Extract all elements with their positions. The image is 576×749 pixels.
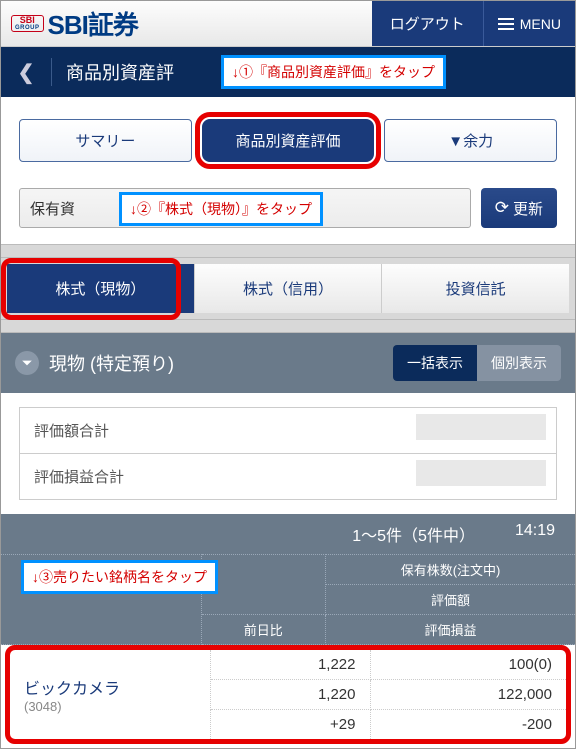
grid-header: 保有株数(注文中) 評価額 前日比 評価損益 ↓③売りたい銘柄名をタップ	[1, 554, 575, 645]
view-toggle: 一括表示 個別表示	[393, 345, 561, 381]
logout-button[interactable]: ログアウト	[372, 1, 483, 46]
valuation-total-value	[170, 408, 556, 453]
subtab-spot[interactable]: 株式（現物）	[7, 264, 195, 313]
callout-step-1: ↓①『商品別資産評価』をタップ	[221, 55, 446, 89]
cell-change: +29	[210, 710, 370, 740]
grid-meta: 1〜5件（5件中） 14:19	[1, 514, 575, 554]
tab-extra[interactable]: ▼余力	[384, 119, 557, 162]
separator	[1, 319, 575, 333]
view-bulk[interactable]: 一括表示	[393, 345, 477, 381]
view-individual[interactable]: 個別表示	[477, 345, 561, 381]
holdings-select-label: 保有資	[30, 198, 75, 219]
menu-button[interactable]: MENU	[483, 1, 575, 46]
cell-price: 1,222	[210, 650, 370, 680]
summary-table: 評価額合計 評価損益合計	[19, 407, 557, 500]
stock-name: ビックカメラ	[24, 675, 196, 699]
tab-summary[interactable]: サマリー	[19, 119, 192, 162]
stock-code: (3048)	[24, 699, 196, 714]
summary-row-pl: 評価損益合計	[20, 454, 556, 499]
subtab-fund[interactable]: 投資信託	[382, 264, 569, 313]
section-header: 現物 (特定預り) 一括表示 個別表示	[1, 333, 575, 393]
separator	[1, 244, 575, 258]
cell-valuation: 122,000	[370, 680, 566, 710]
brand-logo[interactable]: SBI GROUP SBI証券	[1, 1, 372, 46]
col-qty: 保有株数(注文中)	[326, 555, 575, 585]
cell-pl: -200	[370, 710, 566, 740]
tab-assets[interactable]: 商品別資産評価	[202, 119, 375, 162]
subtabs-container: 株式（現物） 株式（信用） 投資信託	[1, 258, 575, 319]
subtab-margin[interactable]: 株式（信用）	[195, 264, 383, 313]
col-valuation: 評価額	[326, 585, 575, 615]
callout-step-3: ↓③売りたい銘柄名をタップ	[21, 560, 218, 594]
col-prev-change: 前日比	[201, 615, 326, 645]
section-title: 現物 (特定預り)	[49, 350, 383, 376]
logo-badge: SBI GROUP	[11, 15, 44, 32]
result-count: 1〜5件（5件中）	[352, 522, 475, 546]
brand-text: SBI証券	[48, 5, 138, 42]
refresh-button[interactable]: ⟳ 更新	[481, 188, 557, 228]
reload-icon: ⟳	[495, 198, 509, 218]
valuation-total-label: 評価額合計	[20, 408, 170, 453]
summary-row-valuation: 評価額合計	[20, 408, 556, 454]
page-nav: ❮ 商品別資産評 ↓①『商品別資産評価』をタップ	[1, 47, 575, 97]
pl-total-label: 評価損益合計	[20, 454, 170, 499]
app-header: SBI GROUP SBI証券 ログアウト MENU	[1, 1, 575, 47]
grid-body: ビックカメラ (3048) 1,222 100(0) 1,220 122,000…	[1, 645, 575, 744]
collapse-toggle[interactable]	[15, 351, 39, 375]
back-chevron-icon[interactable]: ❮	[1, 60, 51, 85]
page-title: 商品別資産評	[52, 59, 174, 85]
cell-prev: 1,220	[210, 680, 370, 710]
chevron-down-icon	[21, 357, 33, 369]
pl-total-value	[170, 454, 556, 499]
cell-qty: 100(0)	[370, 650, 566, 680]
timestamp: 14:19	[515, 522, 555, 546]
stock-row[interactable]: ビックカメラ (3048) 1,222 100(0) 1,220 122,000…	[5, 645, 571, 744]
col-pl: 評価損益	[326, 615, 575, 645]
tabs-area: サマリー 商品別資産評価 ▼余力 保有資 ↓②『株式（現物）』をタップ ⟳ 更新	[1, 97, 575, 244]
callout-step-2: ↓②『株式（現物）』をタップ	[119, 192, 323, 226]
hamburger-icon	[498, 15, 514, 33]
